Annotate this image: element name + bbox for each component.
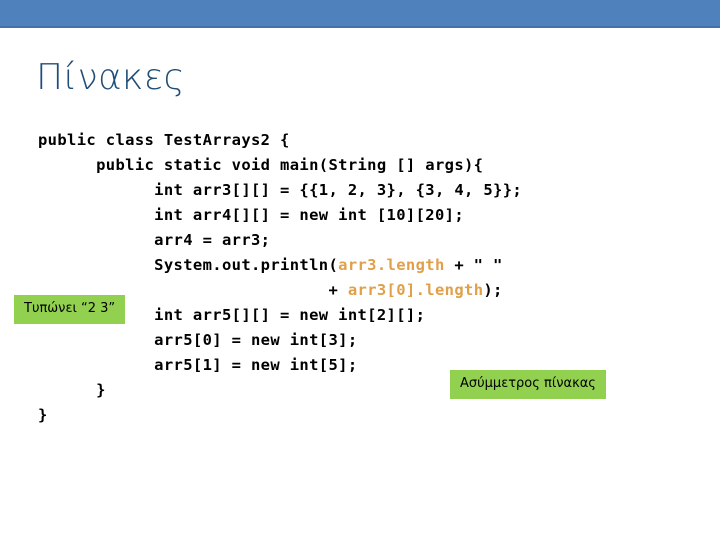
code-token-highlight: arr3.length <box>338 256 445 274</box>
code-line: System.out.println(arr3.length + " " <box>38 253 522 278</box>
code-token: ); <box>483 281 503 299</box>
code-line: public class TestArrays2 { <box>38 131 290 149</box>
code-token-highlight: arr3[0].length <box>347 281 484 299</box>
callout-prints-output: Τυπώνει “2 3” <box>14 295 126 324</box>
code-line: public static void main(String [] args){ <box>38 156 484 174</box>
code-line: arr4 = arr3; <box>38 231 271 249</box>
top-banner <box>0 0 720 28</box>
code-line: arr5[0] = new int[3]; <box>38 331 358 349</box>
code-token: System.out.println( <box>38 256 339 274</box>
code-token: + " " <box>444 256 503 274</box>
page-title: Πίνακες <box>36 57 185 98</box>
code-line: } <box>38 406 48 424</box>
code-line: int arr3[][] = {{1, 2, 3}, {3, 4, 5}}; <box>38 181 523 199</box>
callout-jagged-array: Ασύμμετρος πίνακας <box>450 370 606 399</box>
code-line: int arr4[][] = new int [10][20]; <box>38 206 464 224</box>
